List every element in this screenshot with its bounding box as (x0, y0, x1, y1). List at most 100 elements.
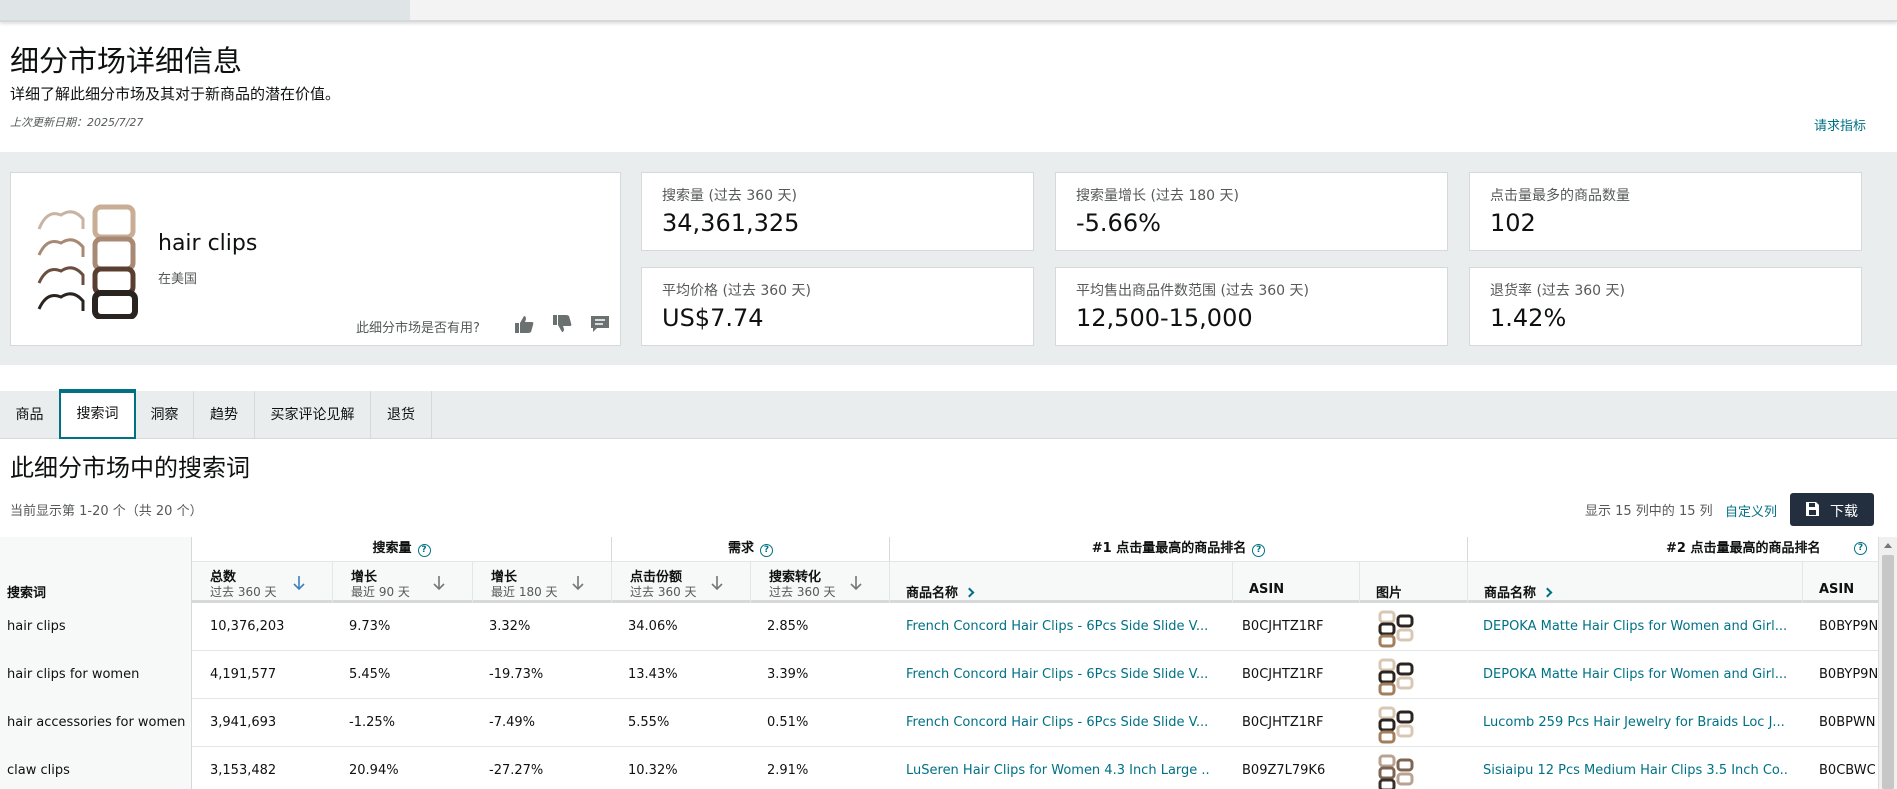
conv-cell: 3.39% (767, 667, 809, 682)
product-link-cell[interactable]: LuSeren Hair Clips for Women 4.3 Inch La… (906, 747, 1211, 789)
group-label: 需求 (727, 541, 754, 556)
sort-down-icon[interactable] (710, 575, 724, 591)
search-term-cell: hair clips (0, 603, 192, 651)
scroll-thumb[interactable] (1882, 555, 1894, 789)
header-sub: 最近 90 天 (351, 585, 410, 599)
comment-icon[interactable] (589, 314, 611, 334)
header-total[interactable]: 总数 过去 360 天 (192, 562, 333, 603)
header-growth-180[interactable]: 增长 最近 180 天 (473, 562, 612, 603)
total-cell: 4,191,577 (210, 667, 277, 682)
sort-down-icon[interactable] (292, 575, 306, 591)
header-click-share[interactable]: 点击份额 过去 360 天 (612, 562, 751, 603)
help-icon[interactable]: ? (1252, 544, 1266, 557)
metric-avg-price: 平均价格 (过去 360 天) US$7.74 (641, 267, 1034, 346)
tab-insights[interactable]: 洞察 (136, 391, 194, 439)
header-product-name-2[interactable]: 商品名称 (1468, 562, 1803, 603)
metric-label: 搜索量 (过去 360 天) (662, 188, 797, 204)
total-cell: 3,941,693 (210, 715, 277, 730)
product-link-cell[interactable]: Lucomb 259 Pcs Hair Jewelry for Braids L… (1483, 699, 1788, 747)
share-cell: 5.55% (628, 715, 670, 730)
group-search-volume: 搜索量? (192, 537, 612, 562)
product-link-cell[interactable]: DEPOKA Matte Hair Clips for Women and Gi… (1483, 651, 1788, 699)
conv-cell: 2.91% (767, 763, 809, 778)
thumbs-down-icon[interactable] (551, 314, 573, 334)
header-product-name[interactable]: 商品名称 (890, 562, 1233, 603)
help-icon[interactable]: ? (760, 544, 773, 557)
header-label: ASIN (1819, 582, 1855, 597)
metric-units-sold-range: 平均售出商品件数范围 (过去 360 天) 12,500-15,000 (1055, 267, 1448, 346)
share-cell: 34.06% (628, 619, 678, 634)
product-link-cell[interactable]: French Concord Hair Clips - 6Pcs Side Sl… (906, 651, 1211, 699)
metric-return-rate: 退货率 (过去 360 天) 1.42% (1469, 267, 1862, 346)
total-cell: 3,153,482 (210, 763, 277, 778)
header-label-wrap: 商品名称 (906, 582, 975, 601)
last-updated: 上次更新日期：2025/7/27 (10, 116, 144, 129)
total-cell: 10,376,203 (210, 619, 285, 634)
g90-cell: 5.45% (349, 667, 391, 682)
header-sub: 最近 180 天 (491, 585, 558, 599)
page-subtitle: 详细了解此细分市场及其对于新商品的潜在价值。 (10, 85, 341, 103)
section-title: 此细分市场中的搜索词 (10, 454, 250, 482)
table-row: hair clips for women 4,191,577 5.45% -19.73… (0, 651, 1878, 699)
asin-cell: B0CBWC (1819, 763, 1876, 778)
sort-down-icon[interactable] (571, 575, 585, 591)
header-label-wrap: 商品名称 (1484, 582, 1553, 601)
sort-down-icon[interactable] (432, 575, 446, 591)
group-demand: 需求? (612, 537, 890, 562)
g90-cell: 9.73% (349, 619, 391, 634)
showing-count: 当前显示第 1-20 个（共 20 个） (10, 504, 203, 519)
conv-cell: 2.85% (767, 619, 809, 634)
product-link-cell[interactable]: DEPOKA Matte Hair Clips for Women and Gi… (1483, 603, 1788, 651)
request-metrics-link[interactable]: 请求指标 (1814, 115, 1866, 134)
asin-cell: B0CJHTZ1RF (1242, 619, 1324, 634)
chevron-right-icon[interactable] (1542, 587, 1553, 598)
columns-info: 显示 15 列中的 15 列 (1585, 504, 1713, 519)
help-icon[interactable]: ? (417, 544, 431, 557)
metric-value: 1.42% (1490, 304, 1567, 332)
metric-value: 34,361,325 (662, 209, 800, 237)
top-bar (0, 0, 1897, 22)
thumbs-up-icon[interactable] (513, 314, 535, 334)
metric-label: 退货率 (过去 360 天) (1490, 283, 1625, 299)
tab-trends[interactable]: 趋势 (194, 391, 255, 439)
custom-columns-link[interactable]: 自定义列 (1725, 501, 1777, 520)
asin-cell: B09Z7L79K6 (1242, 763, 1326, 778)
scroll-up-arrow-icon[interactable] (1884, 543, 1892, 548)
help-icon[interactable]: ? (1854, 542, 1867, 555)
group-label: 搜索量 (372, 541, 412, 556)
tab-review-insights[interactable]: 买家评论见解 (255, 391, 371, 439)
metric-search-volume: 搜索量 (过去 360 天) 34,361,325 (641, 172, 1034, 251)
header-growth-90[interactable]: 增长 最近 90 天 (333, 562, 473, 603)
tab-returns[interactable]: 退货 (371, 391, 432, 439)
chevron-right-icon[interactable] (964, 587, 975, 598)
tab-search-terms[interactable]: 搜索词 (59, 389, 136, 439)
header-label: 商品名称 (1484, 586, 1537, 601)
niche-region: 在美国 (158, 272, 198, 287)
top-bar-segment (0, 0, 410, 20)
product-thumbnail-image[interactable] (1376, 704, 1416, 744)
save-icon (1806, 502, 1819, 516)
metric-label: 平均售出商品件数范围 (过去 360 天) (1076, 283, 1309, 299)
product-thumbnail-image[interactable] (1376, 656, 1416, 696)
tab-products[interactable]: 商品 (0, 391, 60, 439)
asin-cell: B0BYP9N (1819, 619, 1878, 634)
metric-label: 平均价格 (过去 360 天) (662, 283, 811, 299)
product-thumbnail-image[interactable] (1376, 608, 1416, 648)
product-thumbnail-image[interactable] (1376, 752, 1416, 789)
vertical-scrollbar[interactable] (1878, 537, 1897, 789)
share-cell: 13.43% (628, 667, 678, 682)
metric-search-growth: 搜索量增长 (过去 180 天) -5.66% (1055, 172, 1448, 251)
product-link-cell[interactable]: French Concord Hair Clips - 6Pcs Side Sl… (906, 699, 1211, 747)
niche-card: hair clips 在美国 此细分市场是否有用? (10, 172, 621, 346)
header-conversion[interactable]: 搜索转化 过去 360 天 (751, 562, 890, 603)
asin-cell: B0BYP9N (1819, 667, 1878, 682)
product-link-cell[interactable]: French Concord Hair Clips - 6Pcs Side Sl… (906, 603, 1211, 651)
search-term-cell: hair accessories for women (0, 699, 192, 747)
metric-label: 点击量最多的商品数量 (1490, 188, 1630, 204)
header-asin-2: ASIN (1803, 562, 1878, 603)
download-button[interactable]: 下载 (1790, 493, 1874, 526)
feedback-question: 此细分市场是否有用? (356, 321, 480, 336)
asin-cell: B0CJHTZ1RF (1242, 715, 1324, 730)
sort-down-icon[interactable] (849, 575, 863, 591)
product-link-cell[interactable]: Sisiaipu 12 Pcs Medium Hair Clips 3.5 In… (1483, 747, 1788, 789)
